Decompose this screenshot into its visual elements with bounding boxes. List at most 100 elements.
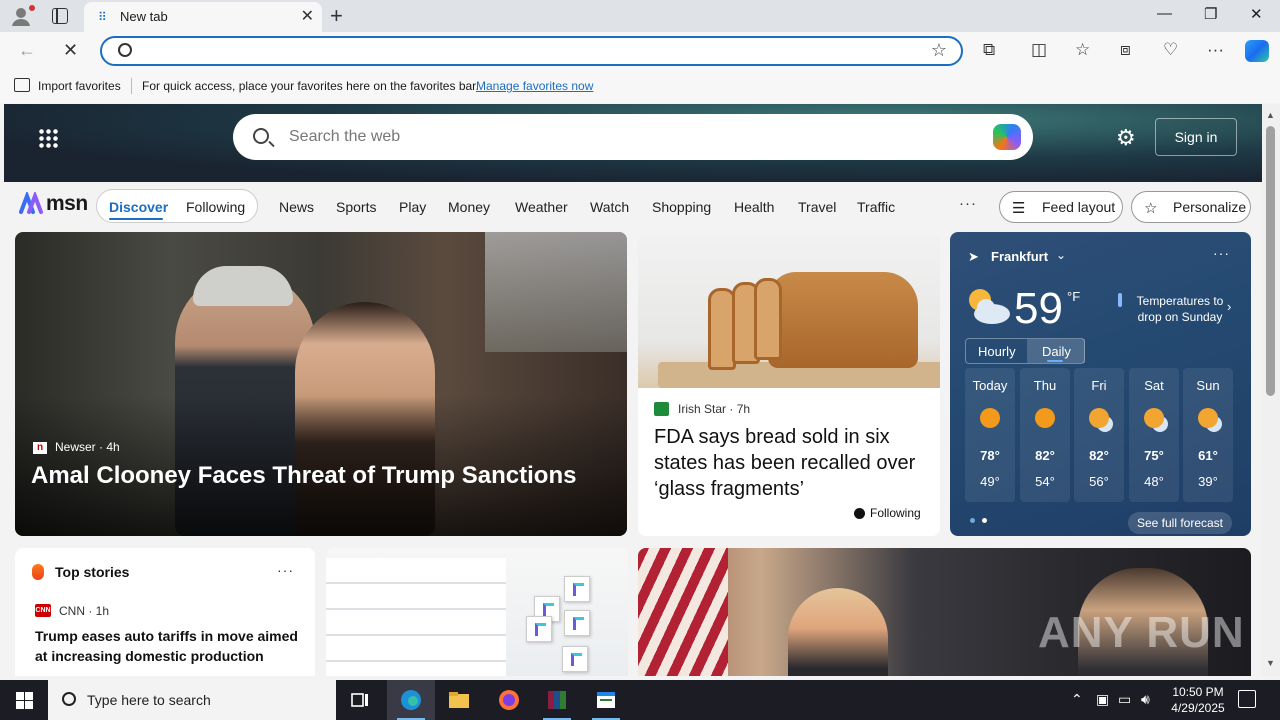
active-tab-indicator — [1047, 360, 1063, 362]
feed-layout-button[interactable]: ☰ Feed layout — [999, 191, 1123, 223]
nav-weather[interactable]: Weather — [515, 199, 568, 215]
nav-shopping[interactable]: Shopping — [652, 199, 711, 215]
top-stories-title[interactable]: Top stories — [55, 564, 129, 580]
nav-traffic[interactable]: Traffic — [857, 199, 895, 215]
nav-sports[interactable]: Sports — [336, 199, 376, 215]
tab-hourly[interactable]: Hourly — [978, 344, 1016, 359]
chevron-down-icon[interactable]: ⌄ — [1056, 248, 1066, 262]
msn-logo-icon[interactable] — [17, 192, 45, 216]
sign-in-button[interactable]: Sign in — [1155, 118, 1237, 156]
nav-play[interactable]: Play — [399, 199, 426, 215]
carousel-dot[interactable] — [970, 518, 975, 523]
forecast-day[interactable]: Today 78° 49° — [965, 368, 1015, 502]
nav-more-button[interactable]: ··· — [959, 195, 977, 212]
weather-card[interactable]: ➤ Frankfurt ⌄ ··· 59 °F Temperatures to … — [950, 232, 1251, 536]
extensions-icon[interactable]: ⧉ — [983, 40, 995, 60]
feed-layout-label: Feed layout — [1042, 199, 1116, 215]
copilot-icon[interactable] — [1245, 40, 1269, 62]
nav-health[interactable]: Health — [734, 199, 774, 215]
tab-daily[interactable]: Daily — [1027, 339, 1085, 363]
scrollbar-thumb[interactable] — [1266, 126, 1275, 396]
stop-icon[interactable]: ✕ — [63, 40, 78, 61]
tab-discover[interactable]: Discover — [109, 199, 168, 215]
nav-travel[interactable]: Travel — [798, 199, 836, 215]
more-options-icon[interactable]: ··· — [277, 562, 294, 578]
firefox-taskbar-button[interactable] — [485, 680, 533, 720]
scroll-up-icon[interactable]: ▲ — [1266, 110, 1275, 120]
story-headline[interactable]: Amal Clooney Faces Threat of Trump Sanct… — [31, 462, 576, 490]
chevron-right-icon[interactable]: › — [1227, 299, 1231, 314]
forecast-day[interactable]: Fri 82° 56° — [1074, 368, 1124, 502]
sun-icon — [1035, 408, 1055, 428]
notification-icon[interactable] — [1238, 690, 1256, 708]
device-icon[interactable]: ▣ — [1096, 691, 1109, 708]
app-taskbar-button[interactable] — [582, 680, 630, 720]
forecast-day[interactable]: Thu 82° 54° — [1020, 368, 1070, 502]
taskbar-search[interactable]: Type here to search — [48, 680, 336, 720]
check-circle-icon — [854, 508, 865, 519]
day-high: 61° — [1198, 448, 1218, 463]
partly-cloudy-icon — [1198, 408, 1218, 428]
personalize-button[interactable]: ☆ Personalize — [1131, 191, 1251, 223]
import-favorites-button[interactable]: Import favorites — [38, 79, 121, 93]
restore-icon[interactable]: ❐ — [1204, 5, 1217, 23]
battery-unit — [562, 646, 588, 672]
cnn-logo-icon: CNN — [35, 604, 51, 617]
weather-alert[interactable]: Temperatures to drop on Sunday — [1130, 293, 1230, 325]
forecast-day[interactable]: Sat 75° 48° — [1129, 368, 1179, 502]
forecast-day[interactable]: Sun 61° 39° — [1183, 368, 1233, 502]
winrar-taskbar-button[interactable] — [533, 680, 581, 720]
battery-story-card[interactable] — [326, 548, 628, 676]
day-low: 48° — [1144, 474, 1164, 489]
gear-icon[interactable]: ⚙ — [1116, 125, 1136, 151]
more-options-icon[interactable]: ··· — [1213, 245, 1230, 261]
scroll-down-icon[interactable]: ▼ — [1266, 658, 1275, 668]
favorite-star-icon[interactable]: ☆ — [931, 40, 947, 61]
nav-watch[interactable]: Watch — [590, 199, 629, 215]
browser-tab[interactable]: ⠿ New tab ✕ — [84, 2, 322, 32]
bread-story-card[interactable]: Irish Star · 7h FDA says bread sold in s… — [638, 232, 940, 536]
split-screen-icon[interactable]: ◫ — [1031, 40, 1047, 60]
app-launcher-icon[interactable] — [38, 128, 58, 148]
winrar-icon — [548, 691, 566, 709]
windows-start-icon[interactable] — [16, 692, 33, 709]
network-icon[interactable]: ▭ — [1118, 691, 1131, 708]
page-scrollbar[interactable]: ▲ ▼ — [1262, 104, 1280, 676]
settings-more-icon[interactable]: ··· — [1207, 40, 1224, 60]
task-view-button[interactable] — [336, 680, 384, 720]
favorites-icon[interactable]: ☆ — [1075, 40, 1090, 60]
msn-nav: msn Discover Following News Sports Play … — [4, 182, 1262, 230]
system-clock[interactable]: 10:50 PM 4/29/2025 — [1168, 684, 1228, 716]
see-full-forecast-button[interactable]: See full forecast — [1128, 512, 1232, 534]
carousel-dot-active[interactable] — [982, 518, 987, 523]
browser-essentials-icon[interactable]: ♡ — [1163, 40, 1178, 60]
file-explorer-taskbar-button[interactable] — [435, 680, 483, 720]
collections-icon[interactable]: ⧈ — [1120, 40, 1131, 60]
temperature-unit[interactable]: °F — [1067, 289, 1080, 304]
new-tab-icon[interactable]: + — [330, 3, 343, 29]
back-icon[interactable]: ← — [18, 40, 36, 61]
current-temperature: 59 — [1014, 284, 1063, 333]
politics-story-card[interactable]: ANY RUN — [638, 548, 1251, 676]
day-name: Sun — [1196, 378, 1220, 393]
story-headline[interactable]: Trump eases auto tariffs in move aimed a… — [35, 626, 303, 666]
manage-favorites-link[interactable]: Manage favorites now — [476, 79, 593, 93]
close-tab-icon[interactable]: ✕ — [301, 6, 314, 26]
following-badge[interactable]: Following — [870, 506, 921, 520]
nav-money[interactable]: Money — [448, 199, 490, 215]
copilot-icon[interactable] — [993, 124, 1021, 150]
edge-taskbar-button[interactable] — [387, 680, 435, 720]
minimize-icon[interactable]: — — [1157, 5, 1172, 22]
weather-location[interactable]: Frankfurt — [991, 249, 1048, 264]
story-headline[interactable]: FDA says bread sold in six states has be… — [654, 424, 930, 502]
close-window-icon[interactable]: ✕ — [1250, 5, 1263, 23]
nav-news[interactable]: News — [279, 199, 314, 215]
tab-following[interactable]: Following — [186, 199, 245, 215]
web-search-box[interactable]: Search the web — [233, 114, 1033, 160]
garage-door — [326, 558, 506, 676]
volume-icon[interactable]: 🔊︎ — [1141, 691, 1150, 708]
chevron-up-icon[interactable]: ⌃ — [1071, 691, 1083, 708]
tab-actions-icon[interactable] — [52, 8, 68, 24]
main-story-card[interactable]: n Newser · 4h Amal Clooney Faces Threat … — [15, 232, 627, 536]
address-bar[interactable]: ☆ — [100, 36, 963, 66]
